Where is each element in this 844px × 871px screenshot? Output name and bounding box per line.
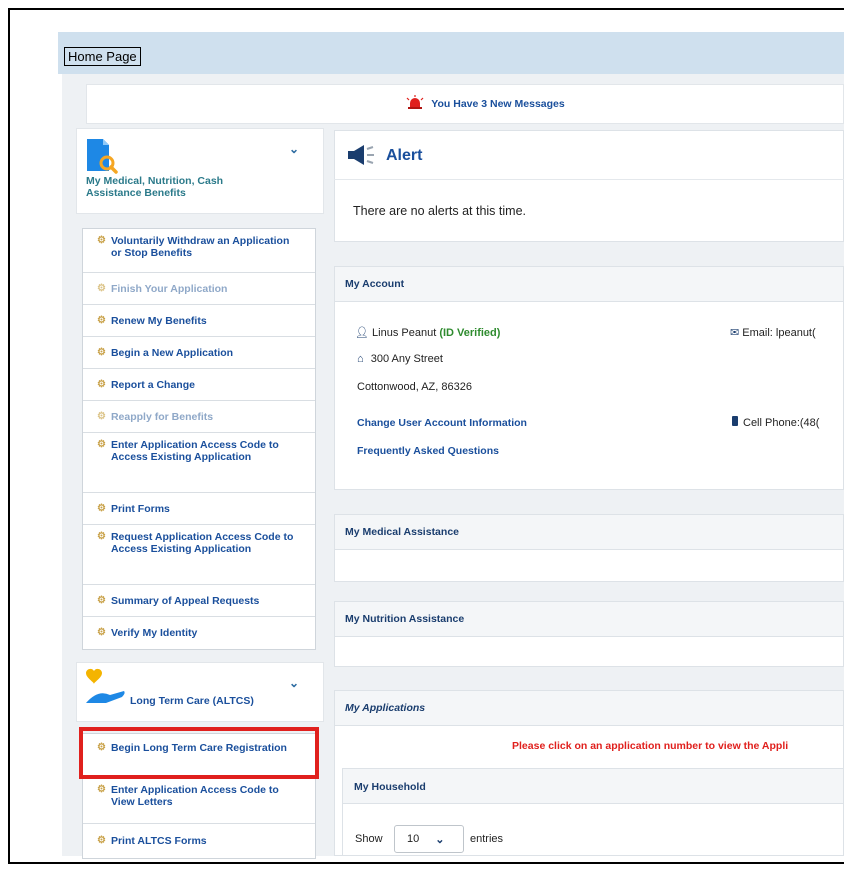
medical-title: My Medical Assistance <box>345 526 459 538</box>
home-icon: ⌂ <box>357 353 364 365</box>
chevron-down-icon[interactable]: ⌄ <box>289 676 299 690</box>
menu-print-altcs-forms[interactable]: ⚙ Print ALTCS Forms <box>83 824 315 858</box>
altcs-section-title: Long Term Care (ALTCS) <box>130 695 254 707</box>
nutrition-title: My Nutrition Assistance <box>345 613 465 625</box>
messages-bar[interactable]: You Have 3 New Messages <box>86 84 844 124</box>
menu-label: Renew My Benefits <box>110 314 207 327</box>
entries-value: 10 <box>407 833 420 845</box>
applications-note: Please click on an application number to… <box>512 740 789 752</box>
gear-icon: ⚙ <box>97 531 106 542</box>
heart-hand-icon <box>84 667 128 712</box>
menu-print-forms[interactable]: ⚙ Print Forms <box>83 493 315 525</box>
menu-reapply-benefits[interactable]: ⚙ Reapply for Benefits <box>83 401 315 433</box>
chevron-down-icon: ⌄ <box>435 833 445 846</box>
menu-renew-benefits[interactable]: ⚙ Renew My Benefits <box>83 305 315 337</box>
account-name: Linus Peanut <box>372 327 437 339</box>
benefits-section-title: My Medical, Nutrition, Cash Assistance B… <box>86 175 224 199</box>
menu-verify-identity[interactable]: ⚙ Verify My Identity <box>83 617 315 649</box>
alert-message: There are no alerts at this time. <box>353 204 526 218</box>
menu-enter-access-code[interactable]: ⚙ Enter Application Access Code to Access… <box>83 433 315 493</box>
gear-icon: ⚙ <box>97 282 106 294</box>
menu-label: Print ALTCS Forms <box>110 835 207 847</box>
gear-icon: ⚙ <box>97 439 106 450</box>
account-phone: Cell Phone:(48( <box>743 417 820 429</box>
gear-icon: ⚙ <box>97 235 106 246</box>
menu-finish-application[interactable]: ⚙ Finish Your Application <box>83 273 315 305</box>
gear-icon: ⚙ <box>97 502 106 514</box>
phone-row: Cell Phone:(48( <box>732 416 844 429</box>
gear-icon: ⚙ <box>97 627 106 638</box>
gear-icon: ⚙ <box>97 314 106 326</box>
account-title: My Account <box>345 278 405 290</box>
id-verified-badge: (ID Verified) <box>439 327 501 339</box>
menu-begin-new-application[interactable]: ⚙ Begin a New Application <box>83 337 315 369</box>
menu-report-change[interactable]: ⚙ Report a Change <box>83 369 315 401</box>
messages-link[interactable]: You Have 3 New Messages <box>431 98 564 110</box>
menu-appeal-requests[interactable]: ⚙ Summary of Appeal Requests <box>83 585 315 617</box>
account-city: Cottonwood, AZ, 86326 <box>357 381 472 393</box>
menu-request-access-code[interactable]: ⚙ Request Application Access Code to Acce… <box>83 525 315 585</box>
account-street: 300 Any Street <box>370 353 443 365</box>
menu-label: Enter Application Access Code to View Le… <box>110 784 279 808</box>
menu-label: Report a Change <box>110 378 195 391</box>
gear-icon: ⚙ <box>97 784 106 795</box>
menu-withdraw-application[interactable]: ⚙ Voluntarily Withdraw an Application or … <box>83 229 315 273</box>
user-icon: 👤︎ <box>355 327 369 339</box>
account-email: Email: lpeanut( <box>742 327 816 339</box>
show-label: Show <box>355 833 383 845</box>
change-account-link[interactable]: Change User Account Information <box>357 417 527 429</box>
menu-label: Enter Application Access Code to Access … <box>110 439 279 463</box>
menu-label: Finish Your Application <box>110 282 228 295</box>
gear-icon: ⚙ <box>97 346 106 358</box>
menu-label: Summary of Appeal Requests <box>110 594 260 607</box>
menu-label: Reapply for Benefits <box>110 410 214 423</box>
divider <box>334 179 844 180</box>
envelope-icon: ✉ <box>730 327 740 339</box>
highlight-box <box>79 727 319 779</box>
menu-label: Verify My Identity <box>110 627 198 639</box>
gear-icon: ⚙ <box>97 378 106 390</box>
account-name-row: 👤︎ Linus Peanut (ID Verified) <box>355 326 500 339</box>
menu-label: Request Application Access Code to Acces… <box>110 531 294 555</box>
email-row: ✉ Email: lpeanut( <box>730 326 844 339</box>
account-header <box>334 266 844 302</box>
menu-view-letters[interactable]: ⚙ Enter Application Access Code to View L… <box>83 778 315 824</box>
gear-icon: ⚙ <box>97 835 106 846</box>
phone-icon <box>732 416 738 426</box>
household-title: My Household <box>354 781 426 793</box>
menu-label: Voluntarily Withdraw an Application or S… <box>110 235 290 259</box>
entries-label: entries <box>470 833 504 845</box>
benefits-menu: ⚙ Voluntarily Withdraw an Application or … <box>82 228 316 650</box>
faq-link[interactable]: Frequently Asked Questions <box>357 445 499 457</box>
siren-icon <box>405 94 425 114</box>
alert-title: Alert <box>386 147 423 164</box>
document-search-icon <box>85 137 119 180</box>
address-row: ⌂ 300 Any Street <box>357 353 443 365</box>
applications-title: My Applications <box>345 702 426 714</box>
chevron-down-icon[interactable]: ⌄ <box>289 142 299 156</box>
top-bar <box>58 32 844 74</box>
menu-label: Begin a New Application <box>110 346 234 359</box>
entries-select[interactable]: 10 ⌄ <box>394 825 464 853</box>
gear-icon: ⚙ <box>97 410 106 422</box>
gear-icon: ⚙ <box>97 594 106 606</box>
home-page-button[interactable]: Home Page <box>64 47 141 66</box>
menu-label: Print Forms <box>110 502 170 515</box>
megaphone-icon <box>348 145 376 170</box>
